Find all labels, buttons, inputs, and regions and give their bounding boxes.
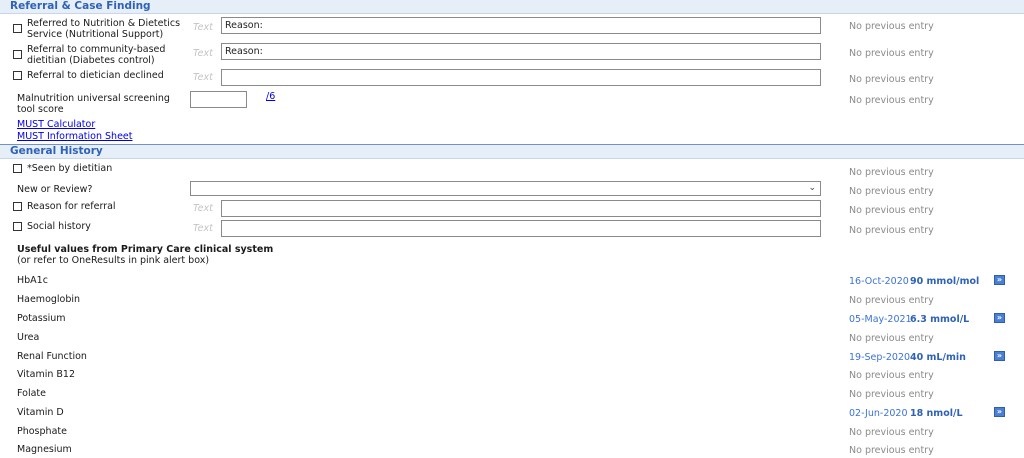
lab-name: Vitamin D [17, 407, 64, 418]
lab-date: 02-Jun-2020 [849, 408, 908, 419]
declined-hint: Text [193, 72, 213, 83]
reason-referral-hint: Text [193, 203, 213, 214]
declined-previous: No previous entry [849, 74, 934, 85]
reason-referral-field[interactable] [221, 200, 821, 217]
seen-checkbox[interactable] [13, 164, 22, 173]
social-history-checkbox[interactable] [13, 222, 22, 231]
useful-values-title: Useful values from Primary Care clinical… [17, 244, 274, 255]
must-score-max: /6 [266, 91, 276, 102]
lab-date: 16-Oct-2020 [849, 276, 909, 287]
reason-referral-label: Reason for referral [27, 201, 116, 212]
referral-section-title: Referral & Case Finding [10, 0, 151, 12]
lab-name: Folate [17, 388, 46, 399]
lab-previous: No previous entry [849, 389, 934, 400]
lab-name: Phosphate [17, 426, 67, 437]
lab-value: 6.3 mmol/L [910, 314, 970, 325]
double-chevron-right-icon[interactable]: » [994, 351, 1005, 361]
lab-name: Renal Function [17, 351, 87, 362]
lab-name: Magnesium [17, 444, 72, 455]
lab-name: HbA1c [17, 275, 48, 286]
new-review-select[interactable]: ⌄ [190, 181, 821, 196]
nutrition-referral-checkbox[interactable] [13, 24, 22, 33]
reason-referral-previous: No previous entry [849, 205, 934, 216]
nutrition-referral-label: Referred to Nutrition & Dietetics Servic… [27, 18, 181, 40]
must-calculator-link[interactable]: MUST Calculator [17, 119, 95, 130]
must-score-previous: No previous entry [849, 95, 934, 106]
referral-section-header: Referral & Case Finding [0, 0, 1024, 14]
lab-previous: No previous entry [849, 333, 934, 344]
community-referral-checkbox[interactable] [13, 50, 22, 59]
lab-previous: No previous entry [849, 427, 934, 438]
new-review-label: New or Review? [17, 184, 93, 195]
must-score-label: Malnutrition universal screening tool sc… [17, 93, 170, 115]
lab-date: 19-Sep-2020 [849, 352, 911, 363]
general-section-header: General History [0, 145, 1024, 159]
community-referral-previous: No previous entry [849, 48, 934, 59]
community-referral-hint: Text [193, 48, 213, 59]
chevron-down-icon: ⌄ [808, 183, 816, 193]
nutrition-referral-reason-field[interactable]: Reason: [221, 17, 821, 34]
lab-name: Haemoglobin [17, 294, 81, 305]
seen-previous: No previous entry [849, 167, 934, 178]
must-info-link[interactable]: MUST Information Sheet [17, 131, 132, 142]
general-section-title: General History [10, 145, 103, 157]
community-referral-reason-field[interactable]: Reason: [221, 43, 821, 60]
new-review-previous: No previous entry [849, 186, 934, 197]
seen-label: *Seen by dietitian [27, 163, 113, 174]
lab-name: Urea [17, 332, 40, 343]
lab-date: 05-May-2021 [849, 314, 912, 325]
declined-reason-field[interactable] [221, 69, 821, 86]
lab-name: Vitamin B12 [17, 369, 76, 380]
social-history-field[interactable] [221, 220, 821, 237]
declined-label: Referral to dietician declined [27, 70, 164, 81]
social-history-hint: Text [193, 223, 213, 234]
lab-previous: No previous entry [849, 445, 934, 456]
lab-value: 18 nmol/L [910, 408, 963, 419]
double-chevron-right-icon[interactable]: » [994, 275, 1005, 285]
community-referral-label: Referral to community-based dietitian (D… [27, 44, 166, 66]
double-chevron-right-icon[interactable]: » [994, 407, 1005, 417]
must-score-field[interactable] [190, 91, 247, 108]
lab-value: 90 mmol/mol [910, 276, 980, 287]
social-history-label: Social history [27, 221, 91, 232]
nutrition-referral-hint: Text [193, 22, 213, 33]
reason-referral-checkbox[interactable] [13, 202, 22, 211]
social-history-previous: No previous entry [849, 225, 934, 236]
double-chevron-right-icon[interactable]: » [994, 313, 1005, 323]
declined-checkbox[interactable] [13, 71, 22, 80]
lab-previous: No previous entry [849, 370, 934, 381]
lab-value: 40 mL/min [910, 352, 966, 363]
lab-previous: No previous entry [849, 295, 934, 306]
nutrition-referral-previous: No previous entry [849, 21, 934, 32]
useful-values-subtitle: (or refer to OneResults in pink alert bo… [17, 255, 210, 266]
lab-name: Potassium [17, 313, 66, 324]
